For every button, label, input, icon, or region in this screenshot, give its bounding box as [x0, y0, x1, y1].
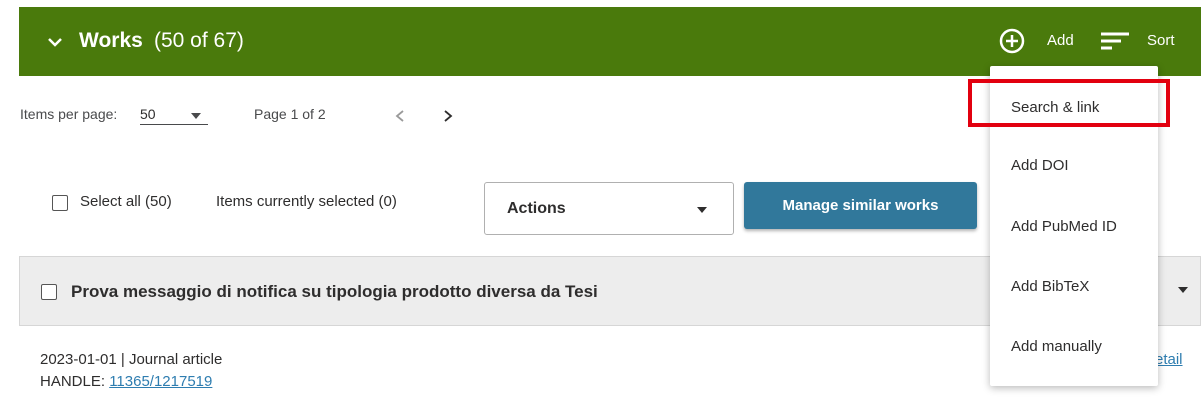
select-all-checkbox[interactable]	[52, 195, 68, 211]
page-info: Page 1 of 2	[254, 106, 326, 122]
menu-item-add-doi[interactable]: Add DOI	[1011, 156, 1069, 176]
chevron-right-icon[interactable]	[441, 109, 455, 123]
highlight-box	[968, 79, 1170, 127]
plus-circle-icon[interactable]	[999, 28, 1025, 54]
handle-link[interactable]: 11365/1217519	[109, 373, 212, 390]
handle-label: HANDLE:	[40, 373, 110, 390]
items-per-page-label: Items per page:	[20, 106, 118, 122]
add-button[interactable]: Add	[1047, 31, 1074, 51]
work-handle: HANDLE: 11365/1217519	[40, 372, 212, 392]
menu-item-add-pubmed-id[interactable]: Add PubMed ID	[1011, 217, 1117, 237]
actions-label: Actions	[507, 200, 566, 217]
sort-button[interactable]: Sort	[1147, 31, 1175, 51]
items-selected-text: Items currently selected (0)	[216, 193, 397, 210]
menu-item-add-manually[interactable]: Add manually	[1011, 337, 1102, 357]
chevron-down-icon[interactable]	[46, 33, 64, 51]
manage-similar-works-button[interactable]: Manage similar works	[744, 182, 977, 229]
works-title: Works	[79, 29, 143, 52]
work-checkbox[interactable]	[41, 284, 57, 300]
select-all-label[interactable]: Select all (50)	[80, 192, 172, 212]
caret-down-icon[interactable]	[191, 113, 201, 119]
chevron-left-icon[interactable]	[393, 109, 407, 123]
works-count: (50 of 67)	[154, 29, 244, 52]
work-meta: 2023-01-01 | Journal article	[40, 351, 223, 368]
show-details-link[interactable]: etail	[1155, 350, 1183, 370]
sort-icon[interactable]	[1099, 30, 1131, 52]
work-title: Prova messaggio di notifica su tipologia…	[71, 282, 598, 301]
caret-down-icon	[697, 207, 707, 213]
actions-dropdown[interactable]: Actions	[484, 182, 734, 235]
caret-down-icon[interactable]	[1178, 287, 1188, 293]
menu-item-add-bibtex[interactable]: Add BibTeX	[1011, 277, 1089, 297]
